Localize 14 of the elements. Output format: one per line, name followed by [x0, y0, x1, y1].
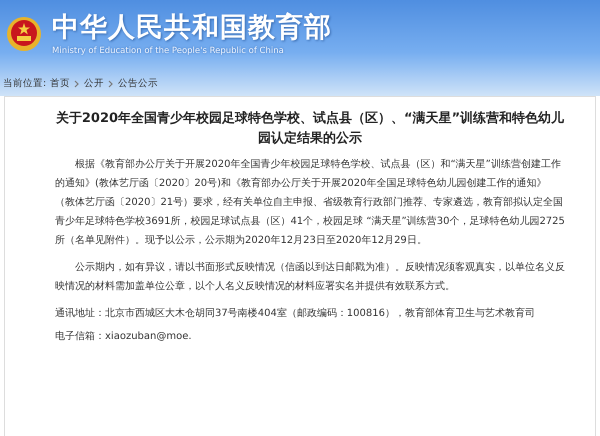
breadcrumb-label: 当前位置: — [3, 77, 46, 90]
chevron-icon — [74, 80, 80, 88]
breadcrumb-link[interactable]: 公告公示 — [118, 77, 158, 90]
site-title: 中华人民共和国教育部 — [52, 12, 332, 44]
contact-line: 通讯地址：北京市西城区大木仓胡同37号南楼404室（邮政编码：100816），教育部体育卫生与艺术教育司 — [55, 306, 536, 321]
chevron-icon — [108, 80, 114, 88]
breadcrumb-link[interactable]: 首页 — [50, 77, 70, 90]
article-title: 关于2020年全国青少年校园足球特色学校、试点县（区）、“满天星”训练营和特色幼儿园认定结果的公示 — [55, 110, 565, 148]
article-paragraph: 公示期内，如有异议，请以书面形式反映情况（信函以到达日邮戳为准）。反映情况须客观真实，以单位名义反映情况的材料需加盖单位公章，以个人名义反映情况的材料应署实名并提供有效联系方式。 — [55, 260, 565, 294]
site-subtitle: Ministry of Education of the People's Republic of China — [52, 46, 285, 56]
breadcrumb-link[interactable]: 公开 — [84, 77, 104, 90]
emblem-icon — [6, 16, 42, 52]
contact-line: 电子信箱：xiaozuban@moe. — [55, 330, 193, 344]
article-paragraph: 根据《教育部办公厅关于开展2020年全国青少年校园足球特色学校、试点县（区）和“满天星”训练营创建工作的通知》(教体艺厅函〔2020〕20号)和《教育部办公厅关于开展2020年全国足球特色幼儿园创建工作的通知》（教体艺厅函〔2020〕21号）要求，经有关单位自主申报、省级教育行政部门推荐、专家遴选，教育部拟认定全国青少年足球特色学校3691所，校园足球试点县（区）41个，校园足球 “满天星”训练营30个，足球特色幼儿园2725所（名单见附件）。现予以公示，公示期为2020年12月23日至2020年12月29日。 — [55, 158, 565, 248]
